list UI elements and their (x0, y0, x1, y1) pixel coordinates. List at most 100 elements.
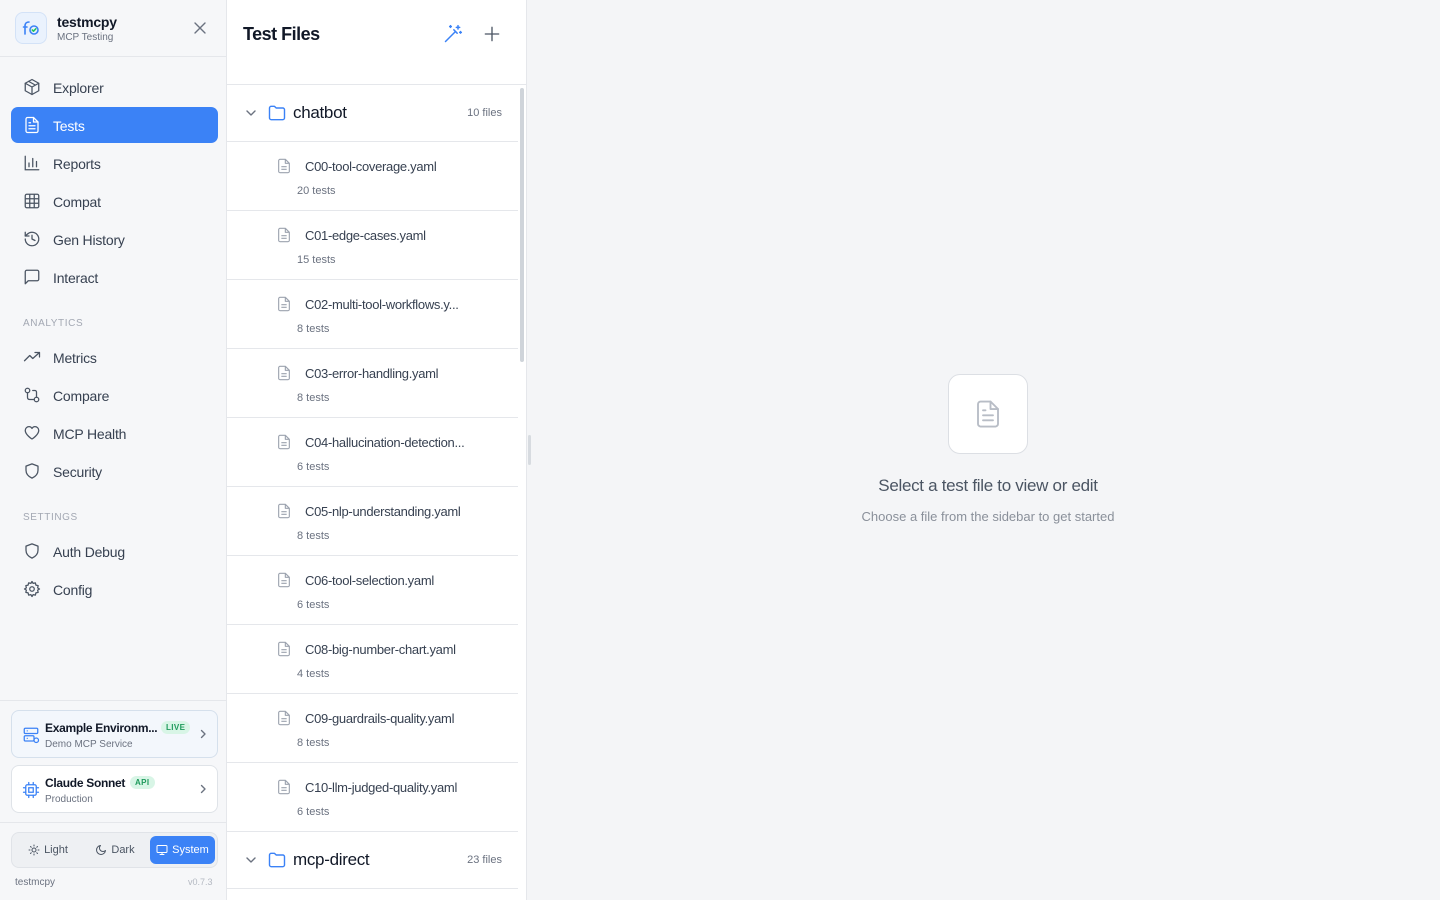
file-item[interactable]: C09-guardrails-quality.yaml 8 tests (227, 694, 518, 763)
heart-icon (24, 425, 40, 440)
brand-name: testmcpy (57, 14, 117, 30)
model-subtitle: Production (45, 794, 93, 805)
file-test-count: 8 tests (297, 737, 330, 749)
file-test-count: 8 tests (297, 392, 330, 404)
brand-header: testmcpy MCP Testing (0, 0, 226, 57)
nav-label: Interact (53, 270, 99, 286)
file-item[interactable]: C06-tool-selection.yaml 6 tests (227, 556, 518, 625)
empty-state-title: Select a test file to view or edit (878, 476, 1098, 495)
theme-dark-button[interactable]: Dark (82, 836, 148, 864)
theme-light-label: Light (44, 844, 68, 856)
file-icon (278, 296, 290, 312)
file-item[interactable]: C10-llm-judged-quality.yaml 6 tests (227, 763, 518, 832)
add-file-button[interactable] (482, 24, 502, 44)
nav-item-metrics[interactable]: Metrics (11, 339, 218, 375)
chevron-right-icon (200, 784, 206, 794)
git-compare-icon (24, 387, 40, 403)
file-icon (278, 779, 290, 795)
file-icon (278, 158, 290, 174)
nav-item-mcp-health[interactable]: MCP Health (11, 415, 218, 451)
file-icon (278, 434, 290, 450)
generate-tests-button[interactable] (443, 24, 463, 44)
test-files-panel: Test Files chatbot 10 files C00-tool-cov… (227, 0, 527, 900)
file-item[interactable]: C02-multi-tool-workflows.y... 8 tests (227, 280, 518, 349)
sidebar: testmcpy MCP Testing Explorer Tests Repo… (0, 0, 227, 900)
nav-label: Config (53, 582, 93, 598)
file-item[interactable]: C01-edge-cases.yaml 15 tests (227, 211, 518, 280)
nav-item-security[interactable]: Security (11, 453, 218, 489)
file-icon (278, 710, 290, 726)
file-icon (278, 227, 290, 243)
chevron-right-icon (200, 729, 206, 739)
shield-icon (25, 543, 39, 559)
theme-dark-label: Dark (111, 844, 135, 856)
chevron-down-icon (246, 857, 256, 863)
theme-system-label: System (172, 844, 209, 856)
theme-system-button[interactable]: System (150, 836, 215, 864)
close-icon[interactable] (190, 18, 210, 38)
theme-toggle: Light Dark System (11, 832, 218, 868)
monitor-icon (156, 845, 168, 855)
environment-selector[interactable]: Example Environm... LIVE Demo MCP Servic… (11, 710, 218, 758)
file-name: C09-guardrails-quality.yaml (305, 711, 455, 726)
folder-mcp-direct[interactable]: mcp-direct 23 files (227, 832, 518, 889)
scrollbar-thumb[interactable] (520, 88, 524, 362)
file-icon (278, 365, 290, 381)
chevron-down-icon (246, 110, 256, 116)
panel-resize-handle[interactable] (528, 435, 531, 465)
nav-item-explorer[interactable]: Explorer (11, 69, 218, 105)
history-icon (24, 231, 40, 247)
folder-file-count: 10 files (467, 107, 502, 119)
nav-label: Reports (53, 156, 101, 172)
file-name: C01-edge-cases.yaml (305, 228, 426, 243)
file-test-count: 8 tests (297, 323, 330, 335)
file-item[interactable]: C03-error-handling.yaml 8 tests (227, 349, 518, 418)
nav-item-interact[interactable]: Interact (11, 259, 218, 295)
footer-app-name: testmcpy (15, 877, 56, 888)
nav-item-gen-history[interactable]: Gen History (11, 221, 218, 257)
file-icon (278, 572, 290, 588)
empty-state-subtitle: Choose a file from the sidebar to get st… (861, 509, 1115, 524)
file-test-count: 6 tests (297, 461, 330, 473)
gear-icon (23, 580, 41, 598)
message-square-icon (24, 269, 40, 285)
folder-file-count: 23 files (467, 854, 502, 866)
sidebar-divider (0, 700, 226, 701)
magic-wand-icon (444, 24, 463, 43)
file-icon (278, 503, 290, 519)
nav-item-reports[interactable]: Reports (11, 145, 218, 181)
editor-area: Select a test file to view or edit Choos… (533, 0, 1440, 900)
server-icon (23, 727, 40, 744)
trending-up-icon (23, 351, 41, 362)
model-name: Claude Sonnet (45, 776, 126, 790)
nav-item-config[interactable]: Config (11, 571, 218, 607)
file-test-count: 8 tests (297, 530, 330, 542)
section-label-settings: SETTINGS (23, 512, 78, 523)
file-icon (278, 641, 290, 657)
file-item[interactable]: C00-tool-coverage.yaml 20 tests (227, 142, 518, 211)
environment-name: Example Environm... (45, 721, 158, 735)
file-test-count: 6 tests (297, 806, 330, 818)
file-item[interactable]: C05-nlp-understanding.yaml 8 tests (227, 487, 518, 556)
file-test-count: 20 tests (297, 185, 336, 197)
theme-light-button[interactable]: Light (16, 836, 80, 864)
nav-item-auth-debug[interactable]: Auth Debug (11, 533, 218, 569)
nav-item-tests[interactable]: Tests (11, 107, 218, 143)
file-item[interactable]: C08-big-number-chart.yaml 4 tests (227, 625, 518, 694)
sun-icon (28, 844, 40, 856)
model-selector[interactable]: Claude Sonnet API Production (11, 765, 218, 813)
file-item[interactable]: C04-hallucination-detection... 6 tests (227, 418, 518, 487)
file-name: C04-hallucination-detection... (305, 435, 465, 450)
nav-label: Metrics (53, 350, 97, 366)
folder-icon (268, 105, 286, 121)
folder-chatbot[interactable]: chatbot 10 files (227, 85, 518, 142)
nav-item-compare[interactable]: Compare (11, 377, 218, 413)
nav-label: Tests (53, 118, 85, 134)
testmcpy-logo-icon (15, 12, 47, 44)
nav-label: Explorer (53, 80, 104, 96)
file-test-count: 15 tests (297, 254, 336, 266)
nav-label: Auth Debug (53, 544, 125, 560)
nav-item-compat[interactable]: Compat (11, 183, 218, 219)
file-text-icon (977, 400, 999, 428)
folder-name: chatbot (293, 103, 347, 122)
